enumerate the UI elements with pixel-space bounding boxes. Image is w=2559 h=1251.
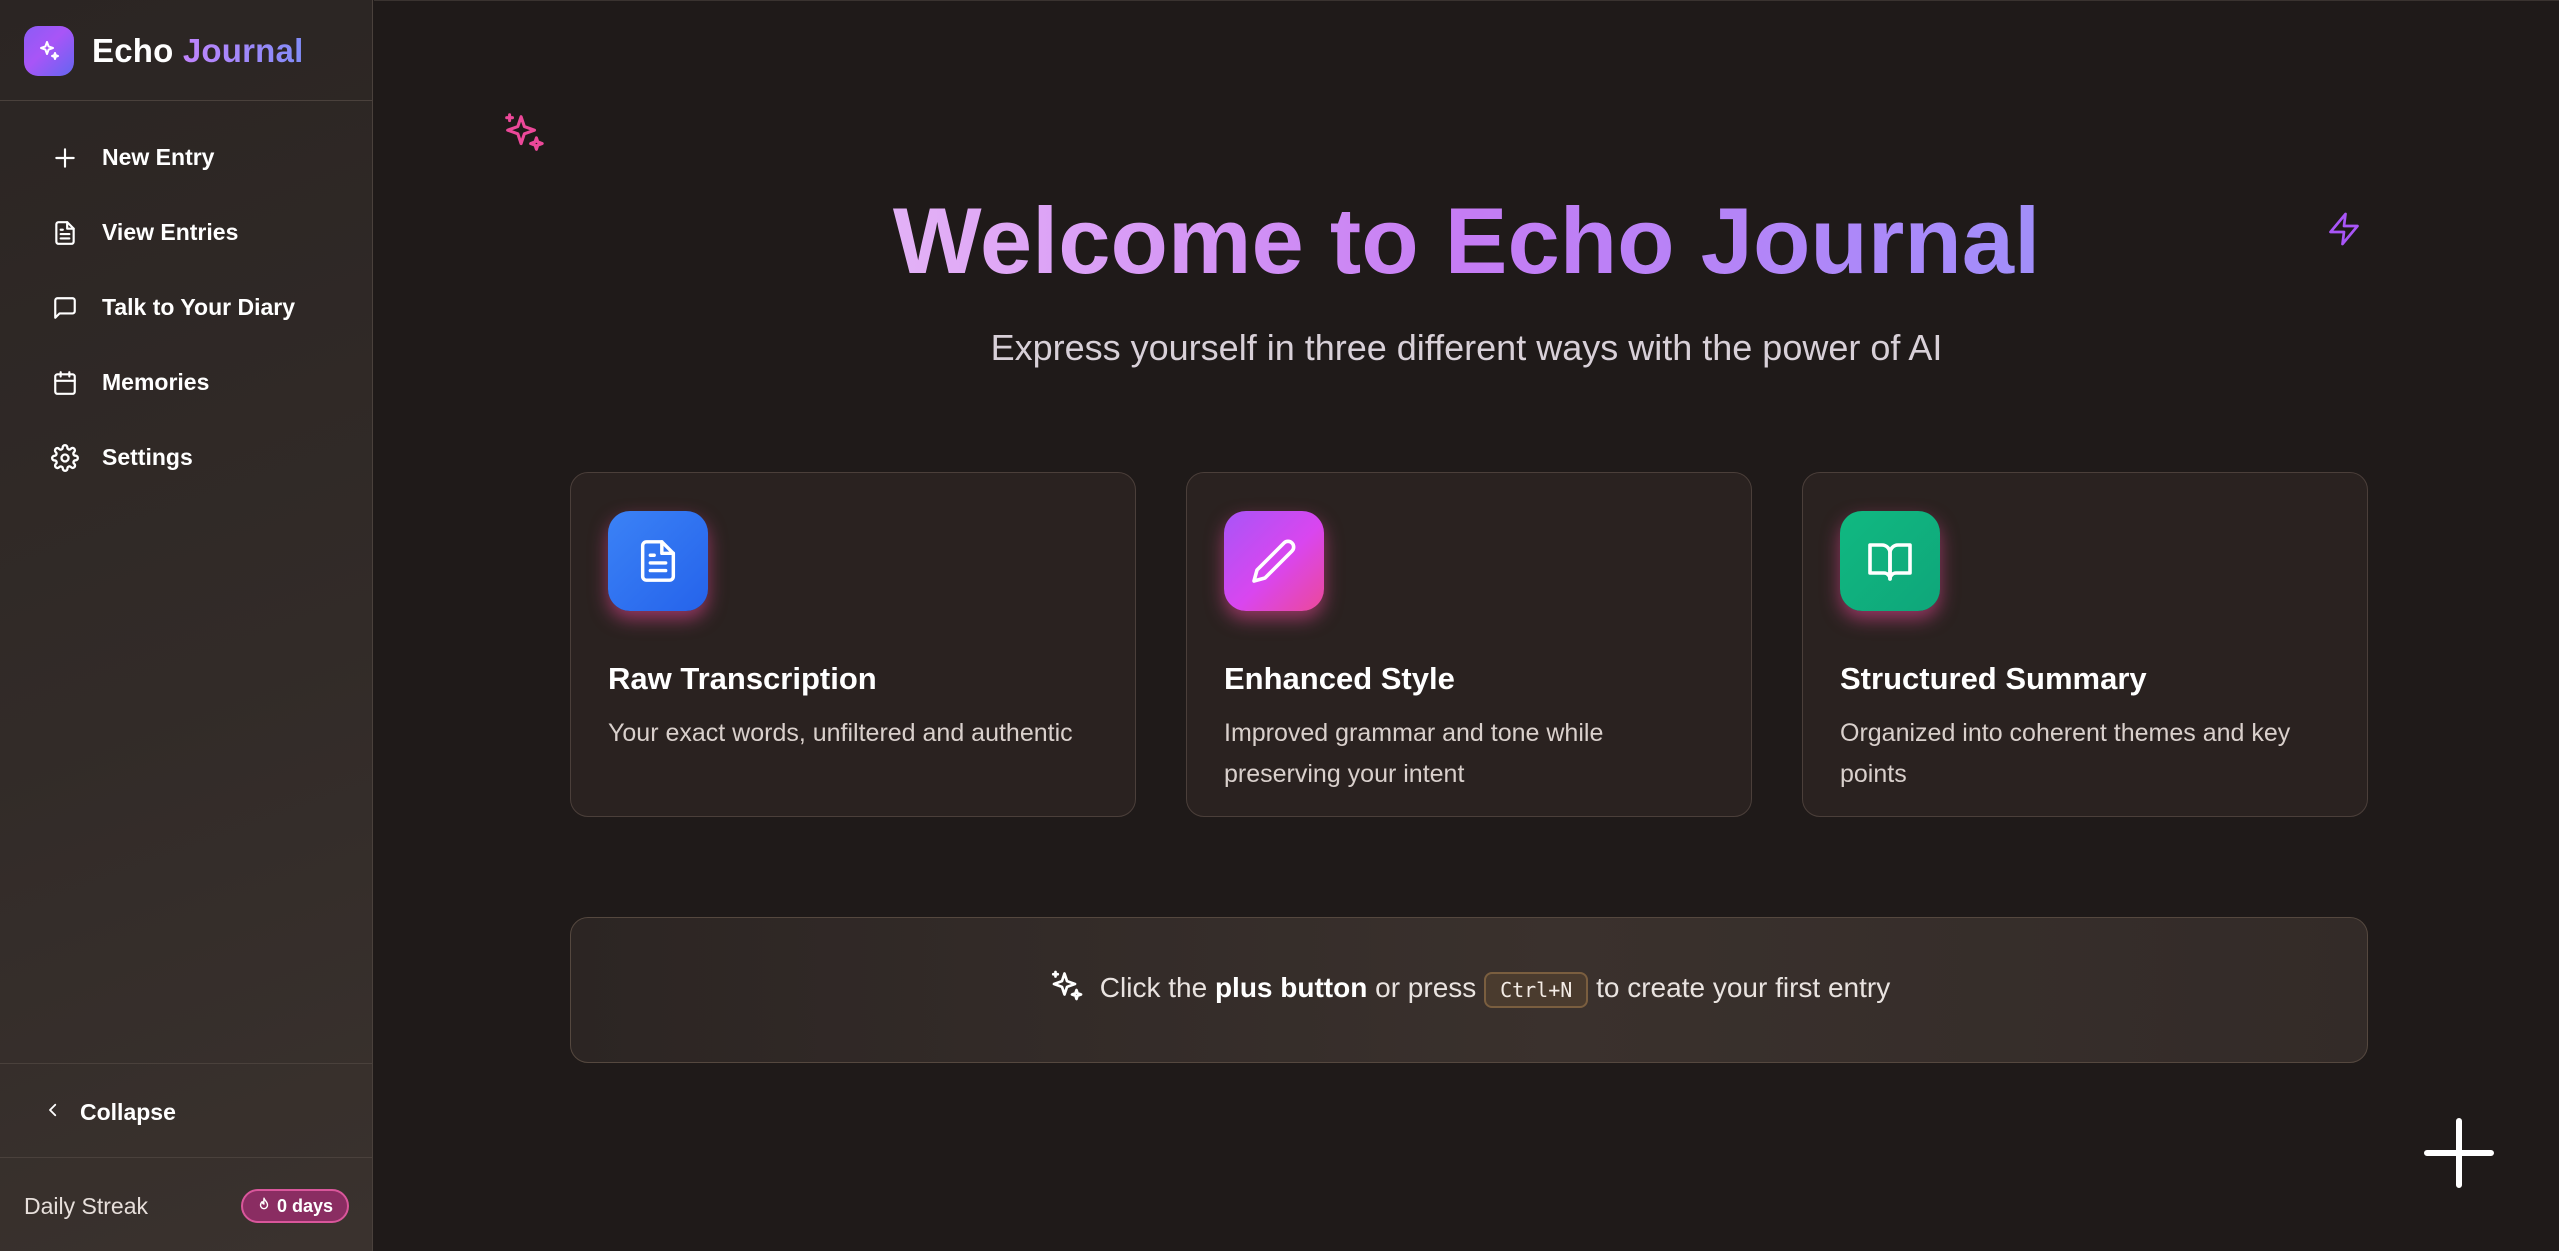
chevron-left-icon <box>44 1099 62 1126</box>
sidebar-divider <box>0 1157 372 1158</box>
hint-middle: or press <box>1375 972 1477 1003</box>
sparkles-icon <box>500 111 546 157</box>
sparkles-icon <box>1048 969 1084 1012</box>
sidebar-item-view-entries[interactable]: View Entries <box>24 195 349 270</box>
streak-label: Daily Streak <box>24 1192 148 1219</box>
card-title: Enhanced Style <box>1224 661 1455 696</box>
page-title: Welcome to Echo Journal <box>374 186 2559 296</box>
brand[interactable]: Echo Journal <box>24 24 303 78</box>
sidebar: Echo Journal New Entry View Entries Talk… <box>0 0 373 1251</box>
sidebar-item-label: Settings <box>102 444 193 470</box>
hint-bold: plus button <box>1214 972 1368 1003</box>
pencil-icon <box>1224 511 1324 611</box>
sidebar-item-label: New Entry <box>102 144 215 170</box>
page-subtitle: Express yourself in three different ways… <box>990 327 1943 368</box>
feature-card-enhanced-style: Enhanced Style Improved grammar and tone… <box>1186 472 1752 817</box>
feature-cards: Raw Transcription Your exact words, unfi… <box>570 472 2368 817</box>
feature-card-structured-summary: Structured Summary Organized into cohere… <box>1802 472 2368 817</box>
sparkles-logo-icon <box>24 26 74 76</box>
collapse-button[interactable]: Collapse <box>24 1082 349 1142</box>
hint-text: Click the plus button or press Ctrl+N to… <box>1100 972 1890 1008</box>
app-name-part2: Journal <box>182 32 304 69</box>
document-icon <box>608 511 708 611</box>
app-window: Echo Journal New Entry View Entries Talk… <box>0 0 2559 1251</box>
collapse-label: Collapse <box>80 1098 176 1125</box>
card-description: Your exact words, unfiltered and authent… <box>608 719 1073 747</box>
sidebar-item-label: Talk to Your Diary <box>102 294 295 320</box>
card-description: Improved grammar and tone while preservi… <box>1224 719 1604 788</box>
get-started-hint: Click the plus button or press Ctrl+N to… <box>570 917 2368 1063</box>
sidebar-item-new-entry[interactable]: New Entry <box>24 120 349 195</box>
flame-icon <box>257 1196 271 1217</box>
card-title: Raw Transcription <box>608 661 877 696</box>
feature-card-raw-transcription: Raw Transcription Your exact words, unfi… <box>570 472 1136 817</box>
app-name-part1: Echo <box>92 32 174 69</box>
hint-suffix: to create your first entry <box>1596 972 1891 1003</box>
sidebar-item-label: View Entries <box>102 219 239 245</box>
daily-streak: Daily Streak 0 days <box>24 1184 349 1228</box>
card-title: Structured Summary <box>1840 661 2147 696</box>
add-entry-button[interactable] <box>2423 1117 2495 1189</box>
book-open-icon <box>1840 511 1940 611</box>
calendar-icon <box>50 368 80 398</box>
streak-badge: 0 days <box>240 1189 349 1223</box>
sidebar-item-talk-to-diary[interactable]: Talk to Your Diary <box>24 270 349 345</box>
sidebar-item-memories[interactable]: Memories <box>24 345 349 420</box>
sidebar-divider <box>0 1063 372 1064</box>
file-text-icon <box>50 218 80 248</box>
app-name: Echo Journal <box>92 32 303 70</box>
sidebar-item-settings[interactable]: Settings <box>24 420 349 495</box>
sidebar-divider <box>0 100 372 101</box>
gear-icon <box>50 443 80 473</box>
sidebar-item-label: Memories <box>102 369 210 395</box>
streak-value: 0 days <box>276 1195 333 1216</box>
sidebar-nav: New Entry View Entries Talk to Your Diar… <box>24 120 349 495</box>
keyboard-shortcut: Ctrl+N <box>1484 972 1589 1008</box>
plus-icon <box>2424 1118 2494 1188</box>
plus-icon <box>50 143 80 173</box>
hint-prefix: Click the <box>1099 972 1208 1003</box>
card-description: Organized into coherent themes and key p… <box>1840 719 2291 788</box>
main-content: Welcome to Echo Journal Express yourself… <box>374 0 2559 1251</box>
message-square-icon <box>50 293 80 323</box>
